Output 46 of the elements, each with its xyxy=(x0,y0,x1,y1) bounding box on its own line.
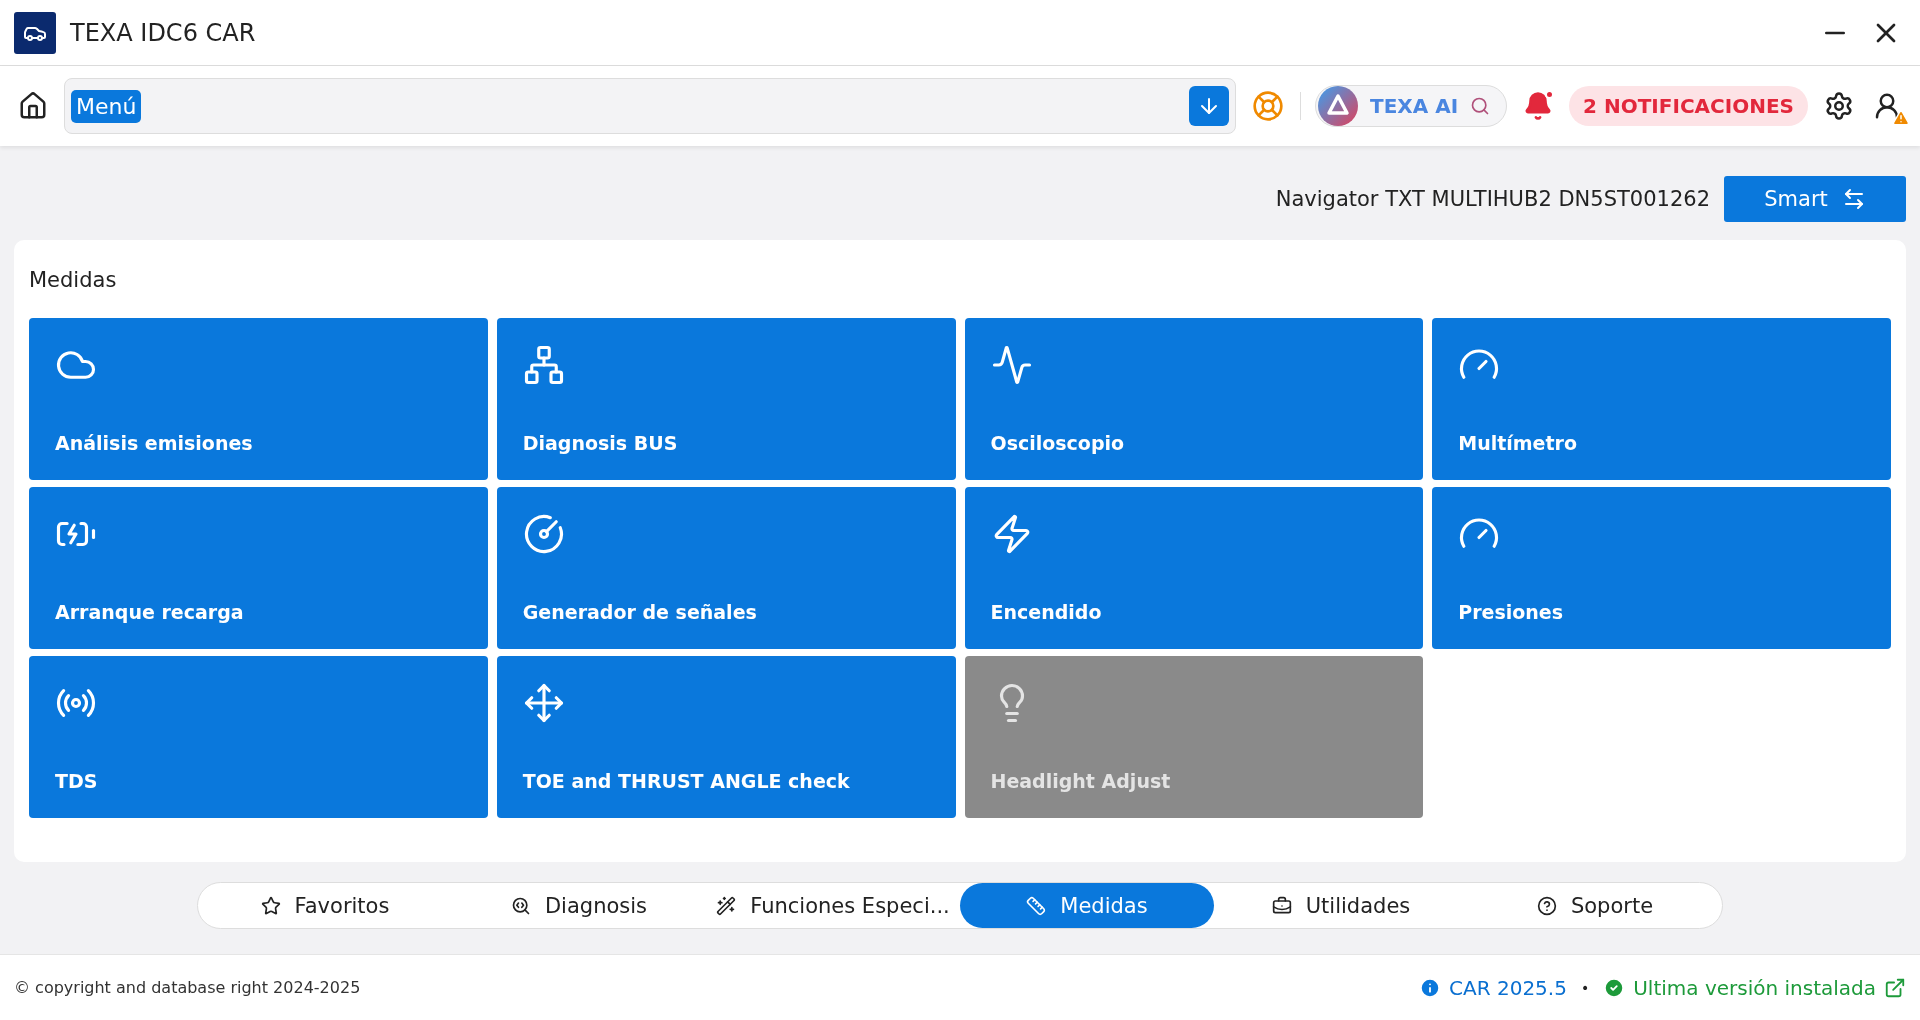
nav-tab[interactable]: Funciones Especi... xyxy=(706,883,960,928)
window-title: TEXA IDC6 CAR xyxy=(70,18,257,47)
nav-tab[interactable]: Utilidades xyxy=(1214,883,1468,928)
tab-icon xyxy=(716,895,737,916)
tab-icon xyxy=(1271,895,1292,916)
nav-tab[interactable]: Favoritos xyxy=(198,883,452,928)
warning-icon xyxy=(1892,109,1910,127)
smart-button[interactable]: Smart xyxy=(1724,176,1906,222)
ai-logo-icon xyxy=(1318,86,1358,126)
measure-tile[interactable]: TOE and THRUST ANGLE check xyxy=(496,656,956,818)
separator-dot: • xyxy=(1580,979,1590,996)
tab-icon xyxy=(1026,895,1047,916)
download-button[interactable] xyxy=(1189,86,1229,126)
nav-tab[interactable]: Soporte xyxy=(1468,883,1722,928)
external-link-icon[interactable] xyxy=(1884,976,1906,999)
update-status: Ultima versión instalada xyxy=(1603,975,1876,1000)
copyright-text: © copyright and database right 2024-2025 xyxy=(14,978,362,997)
nav-tab[interactable]: Medidas xyxy=(960,883,1214,928)
search-icon xyxy=(1470,96,1491,116)
menu-field[interactable]: Menú xyxy=(64,78,1236,134)
measure-icon xyxy=(990,344,1033,386)
nav-tab[interactable]: Diagnosis xyxy=(452,883,706,928)
measure-tile[interactable]: TDS xyxy=(29,656,488,818)
measure-icon xyxy=(522,513,565,555)
ai-search-button[interactable]: TEXA AI xyxy=(1315,85,1508,127)
tab-icon xyxy=(260,895,281,916)
section-title: Medidas xyxy=(29,268,118,292)
measure-tile[interactable]: Osciloscopio xyxy=(964,318,1424,480)
measure-tile[interactable]: Presiones xyxy=(1432,487,1891,649)
tab-icon xyxy=(510,895,531,916)
measure-icon xyxy=(522,682,565,724)
measure-tile[interactable]: Análisis emisiones xyxy=(29,318,488,480)
version-status: CAR 2025.5 xyxy=(1419,975,1567,1000)
device-name: Navigator TXT MULTIHUB2 DN5ST001262 xyxy=(1275,187,1710,211)
info-icon xyxy=(1419,976,1442,999)
measure-tile[interactable]: Encendido xyxy=(964,487,1424,649)
measure-tile[interactable]: Diagnosis BUS xyxy=(496,318,956,480)
measure-tile[interactable]: Multímetro xyxy=(1432,318,1891,480)
tab-icon xyxy=(1536,895,1557,916)
menu-value: Menú xyxy=(71,89,142,123)
check-icon xyxy=(1603,976,1626,999)
app-logo xyxy=(14,11,56,54)
measure-icon xyxy=(522,344,565,386)
measure-tile[interactable]: Generador de señales xyxy=(496,487,956,649)
notifications-button[interactable]: 2 NOTIFICACIONES xyxy=(1569,86,1808,126)
measure-tile[interactable]: Arranque recarga xyxy=(29,487,488,649)
